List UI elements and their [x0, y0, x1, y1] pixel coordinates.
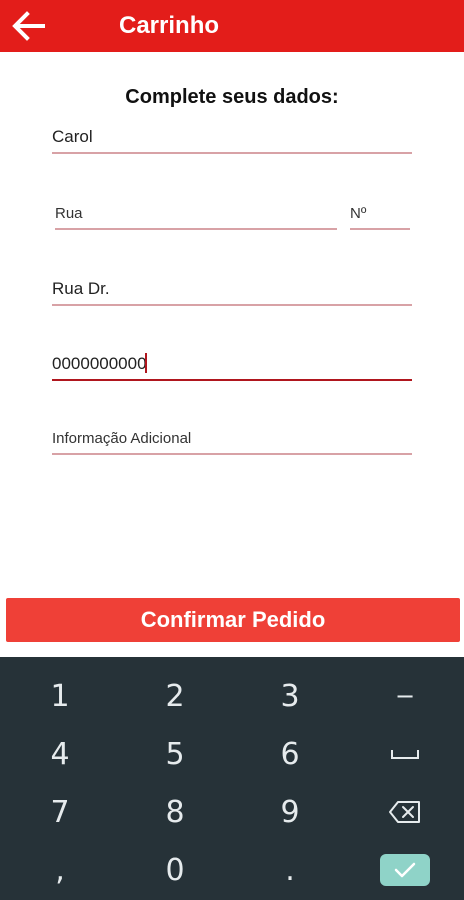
key-7[interactable]: 7 — [2, 783, 118, 841]
key-period[interactable]: . — [232, 841, 348, 899]
street-input[interactable] — [55, 200, 337, 226]
complement-field[interactable] — [52, 276, 412, 306]
space-bar-icon — [391, 750, 419, 759]
app-bar: Carrinho — [0, 0, 464, 52]
number-field[interactable] — [350, 200, 410, 230]
page-title: Carrinho — [119, 12, 220, 39]
number-input[interactable] — [350, 200, 410, 226]
key-0[interactable]: 0 — [117, 841, 233, 899]
key-space[interactable] — [347, 725, 463, 783]
complement-input[interactable] — [52, 276, 412, 302]
back-button[interactable] — [8, 6, 48, 46]
checkmark-icon — [394, 862, 416, 878]
phone-input[interactable] — [52, 351, 412, 377]
arrow-left-icon — [12, 11, 45, 41]
name-field[interactable] — [52, 124, 412, 154]
key-minus[interactable]: − — [347, 667, 463, 725]
key-5[interactable]: 5 — [117, 725, 233, 783]
confirm-order-button[interactable]: Confirmar Pedido — [6, 598, 460, 642]
key-8[interactable]: 8 — [117, 783, 233, 841]
backspace-icon — [389, 801, 420, 823]
key-1[interactable]: 1 — [2, 667, 118, 725]
key-backspace[interactable] — [347, 783, 463, 841]
street-field[interactable] — [55, 200, 337, 230]
key-enter[interactable] — [347, 841, 463, 899]
text-caret — [145, 353, 147, 373]
screen: Carrinho Complete seus dados: Confirmar … — [0, 0, 464, 900]
numeric-keyboard: 1 2 3 − 4 5 6 7 8 9 , 0 . — [0, 657, 464, 900]
key-3[interactable]: 3 — [232, 667, 348, 725]
key-4[interactable]: 4 — [2, 725, 118, 783]
name-input[interactable] — [52, 124, 412, 150]
key-9[interactable]: 9 — [232, 783, 348, 841]
enter-key-pill — [380, 854, 430, 886]
key-6[interactable]: 6 — [232, 725, 348, 783]
phone-field[interactable] — [52, 351, 412, 381]
additional-info-field[interactable] — [52, 425, 412, 455]
key-2[interactable]: 2 — [117, 667, 233, 725]
key-comma[interactable]: , — [2, 841, 118, 899]
form-heading: Complete seus dados: — [125, 86, 339, 108]
additional-info-input[interactable] — [52, 425, 412, 451]
